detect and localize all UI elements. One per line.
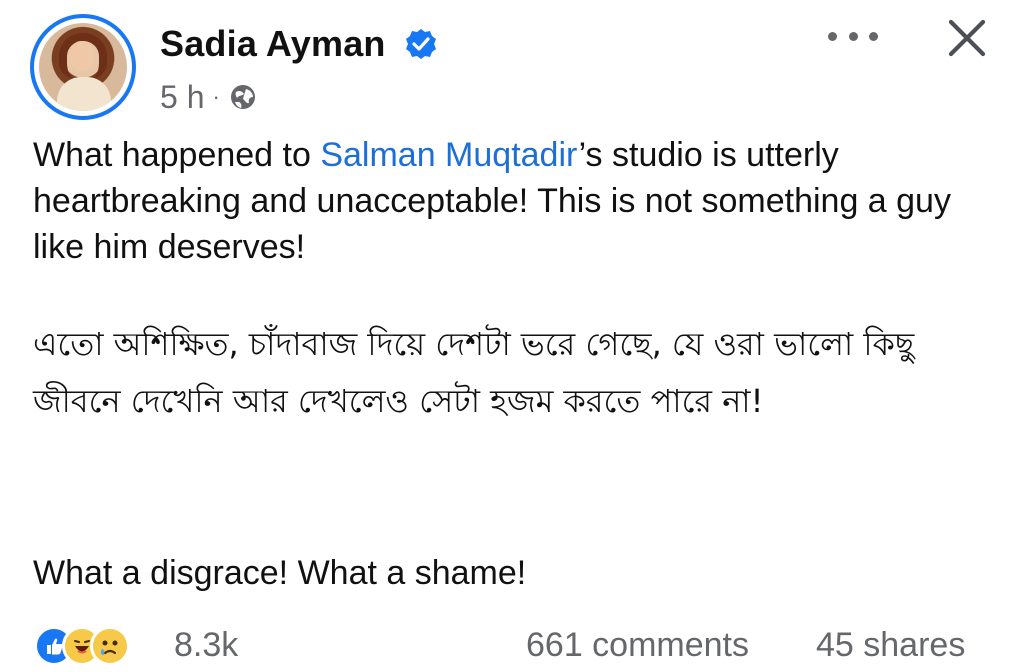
post-body: What happened to Salman Muqtadir’s studi…	[33, 132, 993, 592]
verified-badge-icon	[406, 29, 436, 59]
post-header: Sadia Ayman 5 h ·	[0, 0, 1024, 130]
post-time[interactable]: 5 h	[160, 79, 204, 116]
post-paragraph-english: What happened to Salman Muqtadir’s studi…	[33, 132, 993, 282]
profile-photo	[39, 23, 127, 111]
post-paragraph-bangla: এতো অশিক্ষিত, চাঁদাবাজ দিয়ে দেশটা ভরে গ…	[33, 325, 915, 420]
sad-reaction-icon	[90, 626, 130, 666]
shares-count[interactable]: 45 shares	[816, 625, 965, 665]
post-paragraph-closing: What a disgrace! What a shame!	[33, 554, 527, 592]
text-prefix: What happened to	[33, 136, 321, 174]
mention-link[interactable]: Salman Muqtadir	[320, 136, 578, 174]
author-name[interactable]: Sadia Ayman	[160, 24, 386, 64]
meta-separator: ·	[212, 84, 220, 109]
globe-icon[interactable]	[228, 82, 258, 112]
reaction-icons[interactable]	[34, 626, 174, 666]
profile-avatar[interactable]	[30, 14, 136, 120]
reaction-count[interactable]: 8.3k	[174, 625, 238, 665]
close-icon[interactable]	[943, 14, 991, 62]
comments-count[interactable]: 661 comments	[526, 625, 749, 665]
more-options-icon[interactable]	[828, 26, 878, 46]
post-meta: 5 h ·	[160, 78, 258, 116]
